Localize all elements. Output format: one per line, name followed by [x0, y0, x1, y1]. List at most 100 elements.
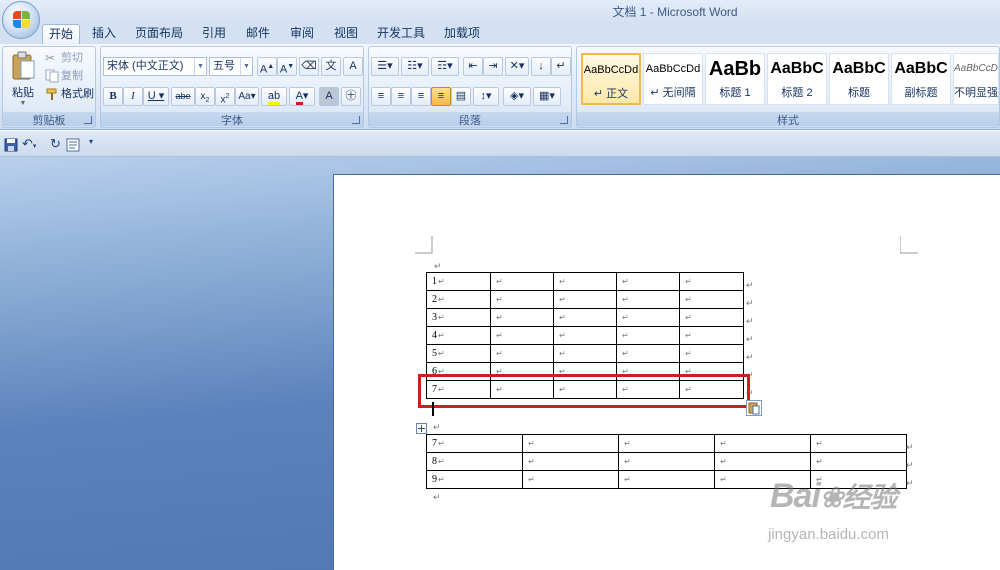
table-cell[interactable]: ↵ [553, 326, 617, 345]
table-cell[interactable]: ↵ [679, 344, 744, 363]
redo-icon[interactable]: ↻ [50, 136, 61, 152]
table-cell[interactable]: ↵ [679, 326, 744, 345]
table-cell[interactable]: 1↵ [426, 272, 491, 291]
align-left-icon[interactable]: ≡ [371, 87, 391, 106]
table-cell[interactable]: 2↵ [426, 290, 491, 309]
font-color-icon[interactable]: A▾ [289, 87, 315, 106]
table-cell[interactable]: ↵ [490, 308, 554, 327]
save-icon[interactable] [4, 138, 18, 152]
align-right-icon[interactable]: ≡ [411, 87, 431, 106]
char-shading-icon[interactable]: A [319, 87, 339, 106]
underline-icon[interactable]: U ▾ [143, 87, 169, 106]
style-heading-1[interactable]: AaBb 标题 1 [705, 53, 765, 105]
sort-icon[interactable]: ↓ [531, 57, 551, 76]
table-cell[interactable]: ↵ [522, 434, 619, 453]
table-cell[interactable]: ↵ [679, 272, 744, 291]
subscript-icon[interactable]: x2 [195, 87, 215, 106]
paste-button[interactable]: 粘贴 ▼ [7, 49, 39, 109]
style-no-spacing[interactable]: AaBbCcDd ↵ 无间隔 [643, 53, 703, 105]
char-border-icon[interactable]: A [343, 57, 363, 76]
table-cell[interactable]: ↵ [553, 344, 617, 363]
table-cell[interactable]: ↵ [679, 290, 744, 309]
table-cell[interactable]: ↵ [616, 272, 680, 291]
chinese-layout-icon[interactable]: ✕▾ [505, 57, 529, 76]
customize-toolbar-icon[interactable]: ▾ [89, 137, 93, 146]
style-title[interactable]: AaBbC 标题 [829, 53, 889, 105]
cut-button[interactable]: ✂ 剪切 [45, 49, 83, 67]
table-cell[interactable]: ↵ [679, 308, 744, 327]
table-cell[interactable]: 3↵ [426, 308, 491, 327]
change-case-icon[interactable]: Aa▾ [235, 87, 259, 106]
tab-addins[interactable]: 加载项 [440, 24, 484, 44]
distributed-icon[interactable]: ▤ [451, 87, 471, 106]
table-cell[interactable]: ↵ [616, 326, 680, 345]
table-cell[interactable]: ↵ [616, 308, 680, 327]
tab-insert[interactable]: 插入 [88, 24, 120, 44]
table-cell[interactable]: ↵ [616, 290, 680, 309]
style-subtitle[interactable]: AaBbC 副标题 [891, 53, 951, 105]
grow-font-button[interactable]: A▲ [257, 57, 277, 76]
tab-mailings[interactable]: 邮件 [242, 24, 274, 44]
tab-page-layout[interactable]: 页面布局 [132, 24, 186, 44]
table-cell[interactable]: ↵ [618, 452, 715, 471]
justify-icon[interactable]: ≡ [431, 87, 451, 106]
table-cell[interactable]: 9↵ [426, 470, 523, 489]
multilevel-list-icon[interactable]: ☶▾ [431, 57, 459, 76]
paste-options-icon[interactable] [746, 400, 762, 416]
borders-icon[interactable]: ▦▾ [533, 87, 561, 106]
table-cell[interactable]: ↵ [490, 272, 554, 291]
font-name-combo[interactable]: 宋体 (中文正文) ▼ [103, 57, 207, 76]
style-heading-2[interactable]: AaBbC 标题 2 [767, 53, 827, 105]
clear-format-icon[interactable]: ⌫ [299, 57, 319, 76]
table-cell[interactable]: 4↵ [426, 326, 491, 345]
superscript-icon[interactable]: x2 [215, 87, 235, 106]
format-painter-button[interactable]: 格式刷 [45, 85, 94, 103]
tab-references[interactable]: 引用 [198, 24, 230, 44]
style-normal[interactable]: AaBbCcDd ↵ 正文 [581, 53, 641, 105]
table-cell[interactable]: ↵ [490, 344, 554, 363]
table-cell[interactable]: ↵ [618, 470, 715, 489]
copy-button[interactable]: 复制 [45, 67, 83, 85]
print-preview-icon[interactable] [66, 138, 80, 152]
table-cell[interactable]: ↵ [522, 452, 619, 471]
table-cell[interactable]: 7↵ [426, 434, 523, 453]
strikethrough-icon[interactable]: abe [171, 87, 195, 106]
increase-indent-icon[interactable]: ⇥ [483, 57, 503, 76]
dialog-launcher-icon[interactable] [84, 116, 92, 124]
bold-icon[interactable]: B [103, 87, 123, 106]
tab-review[interactable]: 审阅 [286, 24, 318, 44]
tab-view[interactable]: 视图 [330, 24, 362, 44]
table-cell[interactable]: ↵ [714, 434, 811, 453]
show-marks-icon[interactable]: ↵ [551, 57, 571, 76]
numbering-icon[interactable]: ☷▾ [401, 57, 429, 76]
enclose-char-icon[interactable]: ㊉ [341, 87, 361, 106]
tab-developer[interactable]: 开发工具 [374, 24, 428, 44]
italic-icon[interactable]: I [123, 87, 143, 106]
dialog-launcher-icon[interactable] [560, 116, 568, 124]
highlight-color-icon[interactable]: ab [261, 87, 287, 106]
table-cell[interactable]: ↵ [616, 344, 680, 363]
undo-icon[interactable]: ↶▾ [22, 136, 36, 152]
shrink-font-button[interactable]: A▼ [277, 57, 297, 76]
table-move-handle-icon[interactable] [416, 423, 427, 434]
table-cell[interactable]: 5↵ [426, 344, 491, 363]
style-subtle-emphasis[interactable]: AaBbCcDd 不明显强调 [953, 53, 999, 105]
bullets-icon[interactable]: ☰▾ [371, 57, 399, 76]
table-cell[interactable]: ↵ [522, 470, 619, 489]
table-cell[interactable]: ↵ [553, 272, 617, 291]
decrease-indent-icon[interactable]: ⇤ [463, 57, 483, 76]
table-cell[interactable]: ↵ [810, 434, 907, 453]
tab-home[interactable]: 开始 [42, 24, 80, 44]
table-cell[interactable]: ↵ [553, 308, 617, 327]
table-cell[interactable]: ↵ [618, 434, 715, 453]
table-cell[interactable]: ↵ [490, 290, 554, 309]
shading-icon[interactable]: ◈▾ [503, 87, 531, 106]
line-spacing-icon[interactable]: ↕▾ [473, 87, 499, 106]
font-size-combo[interactable]: 五号 ▼ [209, 57, 253, 76]
align-center-icon[interactable]: ≡ [391, 87, 411, 106]
phonetic-guide-icon[interactable]: 文 [321, 57, 341, 76]
table-cell[interactable]: 8↵ [426, 452, 523, 471]
table-cell[interactable]: ↵ [490, 326, 554, 345]
dialog-launcher-icon[interactable] [352, 116, 360, 124]
table-cell[interactable]: ↵ [553, 290, 617, 309]
